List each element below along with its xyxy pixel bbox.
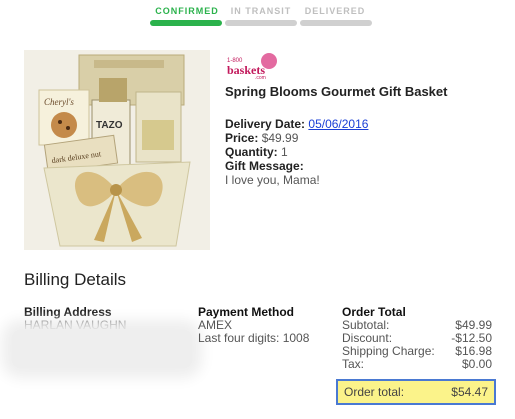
price-label: Price:	[225, 131, 259, 145]
order-progress-tracker: CONFIRMED IN TRANSIT DELIVERED	[150, 6, 372, 26]
grand-total-value: $54.47	[451, 385, 488, 399]
product-info: 1-800 baskets .com Spring Blooms Gourmet…	[225, 52, 505, 187]
delivery-date-link[interactable]: 05/06/2016	[308, 117, 368, 131]
step-in-transit: IN TRANSIT	[230, 6, 292, 16]
payment-last-four: Last four digits: 1008	[198, 331, 310, 345]
quantity-value: 1	[281, 145, 288, 159]
brand-logo: 1-800 baskets .com	[227, 53, 277, 80]
delivery-date-label: Delivery Date:	[225, 117, 306, 131]
delivery-date-row: Delivery Date: 05/06/2016	[225, 117, 505, 131]
gift-message-row: Gift Message:	[225, 159, 505, 173]
brand-logo-suffix: .com	[255, 75, 266, 80]
tax-label: Tax:	[342, 357, 365, 371]
step-delivered-bar	[300, 20, 372, 26]
redacted-address-blur	[12, 330, 192, 368]
step-in-transit-bar	[225, 20, 297, 26]
product-image: TAZO Cheryl's dark deluxe nut	[24, 50, 210, 250]
payment-method-section: Payment Method AMEX Last four digits: 10…	[198, 306, 338, 345]
quantity-label: Quantity:	[225, 145, 278, 159]
price-row: Price: $49.99	[225, 131, 505, 145]
step-delivered: DELIVERED	[304, 6, 366, 16]
gift-message-text: I love you, Mama!	[225, 173, 320, 187]
price-value: $49.99	[261, 131, 299, 145]
tea-label: TAZO	[96, 120, 123, 131]
product-name: Spring Blooms Gourmet Gift Basket	[225, 84, 448, 99]
order-total-section: Order Total Subtotal: $49.99 Discount: -…	[342, 306, 492, 371]
tax-row: Tax: $0.00	[342, 358, 492, 371]
tax-value: $0.00	[461, 357, 492, 371]
step-confirmed-bar	[150, 20, 222, 26]
billing-address-section: Billing Address HARLAN VAUGHN	[24, 306, 194, 332]
grand-total-label: Order total:	[344, 385, 405, 399]
billing-details-heading: Billing Details	[24, 270, 127, 289]
quantity-row: Quantity: 1	[225, 145, 505, 159]
step-confirmed: CONFIRMED	[155, 6, 219, 16]
cookie-label: Cheryl's	[44, 97, 74, 107]
grand-total-highlight: Order total: $54.47	[336, 379, 496, 405]
gift-message-label: Gift Message:	[225, 159, 304, 173]
